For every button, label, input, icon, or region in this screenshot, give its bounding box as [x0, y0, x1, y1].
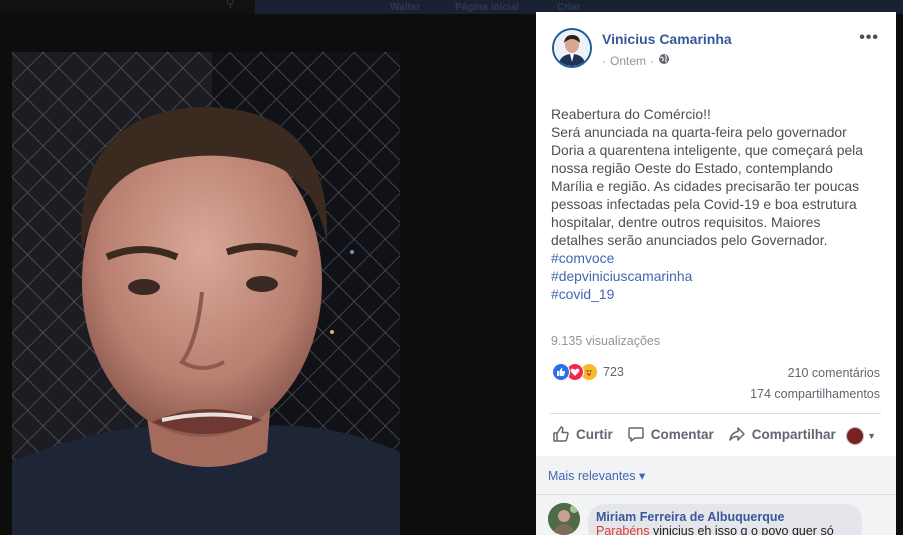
hashtag-link[interactable]: #depviniciuscamarinha: [551, 267, 886, 285]
share-label: Compartilhar: [751, 426, 836, 442]
post-body-line: Reabertura do Comércio!!: [551, 106, 711, 122]
post-meta: · Ontem ·: [602, 53, 670, 68]
commenter-name[interactable]: Miriam Ferreira de Albuquerque: [596, 510, 854, 524]
post-options-button[interactable]: •••: [859, 29, 879, 47]
comment-text: Parabéns vinicius eh isso q o povo quer …: [596, 524, 854, 535]
search-icon: ⚲: [226, 0, 235, 10]
comment-text-rest: vinicius eh isso q o povo quer só: [649, 524, 834, 535]
video-player[interactable]: [12, 52, 400, 535]
comment-button[interactable]: Comentar: [627, 425, 714, 443]
post-body-line: Marília e região. As cidades precisarão …: [551, 178, 860, 194]
share-arrow-icon: [728, 425, 746, 443]
reaction-count: 723: [603, 365, 624, 379]
reaction-summary[interactable]: 723: [552, 363, 624, 381]
post-meta-dot: ·: [602, 53, 606, 68]
hashtag-link[interactable]: #comvoce: [551, 249, 886, 267]
comment-label: Comentar: [650, 426, 714, 442]
nav-item-home[interactable]: Página inicial: [455, 2, 519, 13]
post-author-name[interactable]: Vinicius Camarinha: [602, 31, 732, 47]
view-count: 9.135 visualizações: [551, 334, 661, 348]
divider: [536, 494, 896, 495]
post-body: Reabertura do Comércio!! Será anunciada …: [551, 105, 886, 303]
post-body-line: nossa região Oeste do Estado, contemplan…: [551, 160, 833, 176]
like-reaction-icon: [552, 363, 570, 381]
comment-bubble: Miriam Ferreira de Albuquerque Parabéns …: [588, 504, 862, 535]
speech-bubble-icon: [627, 425, 645, 443]
shares-count-link[interactable]: 174 compartilhamentos: [750, 387, 880, 401]
globe-icon: [658, 53, 670, 68]
hashtag-link[interactable]: #covid_19: [551, 285, 886, 303]
post-panel: Vinicius Camarinha · Ontem · ••• Reabert…: [536, 12, 896, 535]
post-timestamp[interactable]: Ontem: [610, 54, 646, 68]
page-avatar: [846, 427, 865, 445]
author-avatar[interactable]: [552, 28, 592, 68]
comments-count-link[interactable]: 210 comentários: [788, 366, 880, 380]
divider: [550, 413, 881, 414]
post-body-line: pessoas infectadas pela Covid-19 e boa e…: [551, 196, 857, 212]
like-button[interactable]: Curtir: [552, 425, 613, 443]
comment-text-highlight: Parabéns: [596, 524, 650, 535]
post-meta-dot: ·: [650, 53, 655, 68]
like-label: Curtir: [576, 426, 613, 442]
post-body-line: detalhes serão anunciados pelo Governado…: [551, 232, 828, 248]
chevron-down-icon: ▼: [867, 431, 876, 441]
commenter-avatar[interactable]: [548, 503, 580, 535]
nav-item-profile[interactable]: Walter: [390, 2, 420, 13]
post-body-line: Será anunciada na quarta-feira pelo gove…: [551, 124, 847, 140]
post-body-line: hospitalar, dentre outros requisitos. Ma…: [551, 214, 821, 230]
reaction-profile-selector[interactable]: ▼: [846, 427, 876, 445]
thumbs-up-icon: [552, 425, 570, 443]
post-body-line: Doria a quarentena inteligente, que come…: [551, 142, 863, 158]
post-actions: Curtir Comentar Compartilhar: [552, 425, 882, 443]
comment-sort-dropdown[interactable]: Mais relevantes ▾: [548, 468, 645, 483]
video-frame: [12, 52, 400, 535]
share-button[interactable]: Compartilhar: [728, 425, 836, 443]
comments-section: Mais relevantes ▾ Miriam Ferreira de Alb…: [536, 456, 896, 535]
